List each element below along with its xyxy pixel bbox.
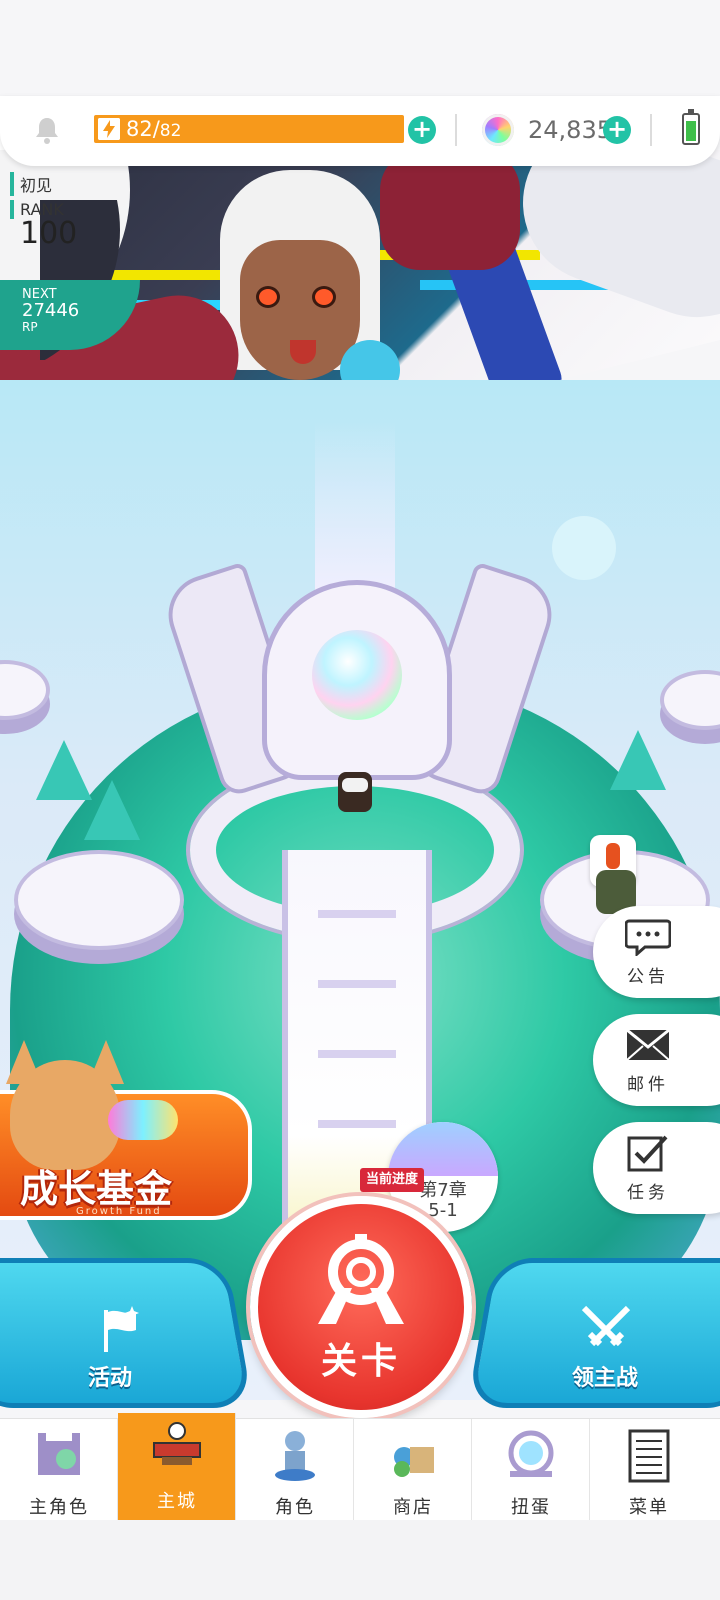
tab-label: 主城 (157, 1491, 197, 1512)
system-nav-area (0, 1520, 720, 1600)
platform (0, 660, 50, 720)
tree (610, 730, 666, 790)
tab-shop[interactable]: 商店 (354, 1419, 472, 1521)
announcement-label: 公告 (627, 967, 669, 987)
next-rp-value: 27446 (22, 300, 80, 321)
tab-menu[interactable]: 菜单 (590, 1419, 708, 1521)
crossed-swords-icon (581, 1305, 631, 1347)
stamina-bar: 82/82 (94, 115, 404, 143)
stage-label: 关卡 (320, 1341, 401, 1382)
mail-label: 邮件 (627, 1075, 669, 1095)
portal-gate-icon (318, 1234, 404, 1324)
lightning-icon (98, 118, 120, 140)
quest-button[interactable]: 任务 (593, 1122, 720, 1214)
gem-cluster-icon (108, 1100, 178, 1140)
checkbox-icon (627, 1135, 668, 1172)
moon (552, 516, 616, 580)
tab-label: 商店 (393, 1497, 433, 1518)
tab-label: 扭蛋 (511, 1497, 551, 1518)
add-stamina-button[interactable]: + (408, 116, 436, 144)
quest-label: 任务 (627, 1183, 669, 1203)
chat-bubble-icon (625, 919, 671, 956)
gacha-portal-icon (508, 1430, 554, 1477)
gem-icon (482, 114, 514, 146)
flag-icon (104, 1306, 139, 1352)
growth-fund-banner[interactable]: 成长基金 Growth Fund (0, 1040, 252, 1230)
shop-bag-icon (394, 1447, 434, 1477)
growth-fund-subtitle: Growth Fund (76, 1206, 162, 1217)
add-gems-button[interactable]: + (603, 116, 631, 144)
battery-icon (682, 109, 700, 145)
castle-character-icon (38, 1433, 80, 1475)
tab-characters[interactable]: 角色 (236, 1419, 354, 1521)
rainbow-orb[interactable] (312, 630, 402, 720)
tab-label: 角色 (275, 1497, 315, 1518)
game-screen: { "resources": { "stamina_current": "82/… (0, 0, 720, 1600)
rp-unit: RP (22, 320, 38, 334)
tab-gacha[interactable]: 扭蛋 (472, 1419, 590, 1521)
status-bar-area (0, 0, 720, 96)
divider (455, 114, 457, 146)
stage-button[interactable]: 关卡 (250, 1196, 472, 1418)
rank-value: 100 (20, 216, 78, 251)
exclamation-icon (606, 843, 620, 869)
menu-list-icon (628, 1429, 670, 1483)
player-character[interactable] (338, 772, 372, 812)
stamina-max: 82 (159, 121, 182, 141)
mail-button[interactable]: 邮件 (593, 1014, 720, 1106)
character-statue-icon (275, 1431, 315, 1481)
greeting-label: 初见 (10, 172, 52, 196)
event-label: 活动 (88, 1366, 133, 1391)
airship-icon (153, 1422, 201, 1465)
tab-main-character[interactable]: 主角色 (0, 1419, 118, 1521)
stamina-value: 82/82 (126, 116, 181, 144)
growth-fund-title: 成长基金 (20, 1167, 173, 1211)
platform (14, 850, 184, 950)
stamina-current: 82/ (126, 117, 160, 141)
gem-count: 24,835 (528, 116, 612, 144)
announcement-button[interactable]: 公告 (593, 906, 720, 998)
bell-icon[interactable] (34, 116, 60, 144)
lord-battle-label: 领主战 (572, 1366, 639, 1391)
platform (660, 670, 720, 730)
bottom-tab-bar: 主角色 主城 角色 商店 扭蛋 菜单 (0, 1413, 720, 1521)
tab-label: 主角色 (29, 1497, 89, 1518)
mail-icon (626, 1028, 670, 1061)
resource-bar: 82/82 + 24,835 + (0, 96, 720, 166)
tab-label: 菜单 (629, 1497, 669, 1518)
divider (650, 114, 652, 146)
current-progress-tag: 当前进度 (360, 1168, 425, 1192)
tree (84, 780, 140, 840)
tab-main-city[interactable]: 主城 (118, 1413, 236, 1521)
fox-mascot (10, 1060, 120, 1170)
